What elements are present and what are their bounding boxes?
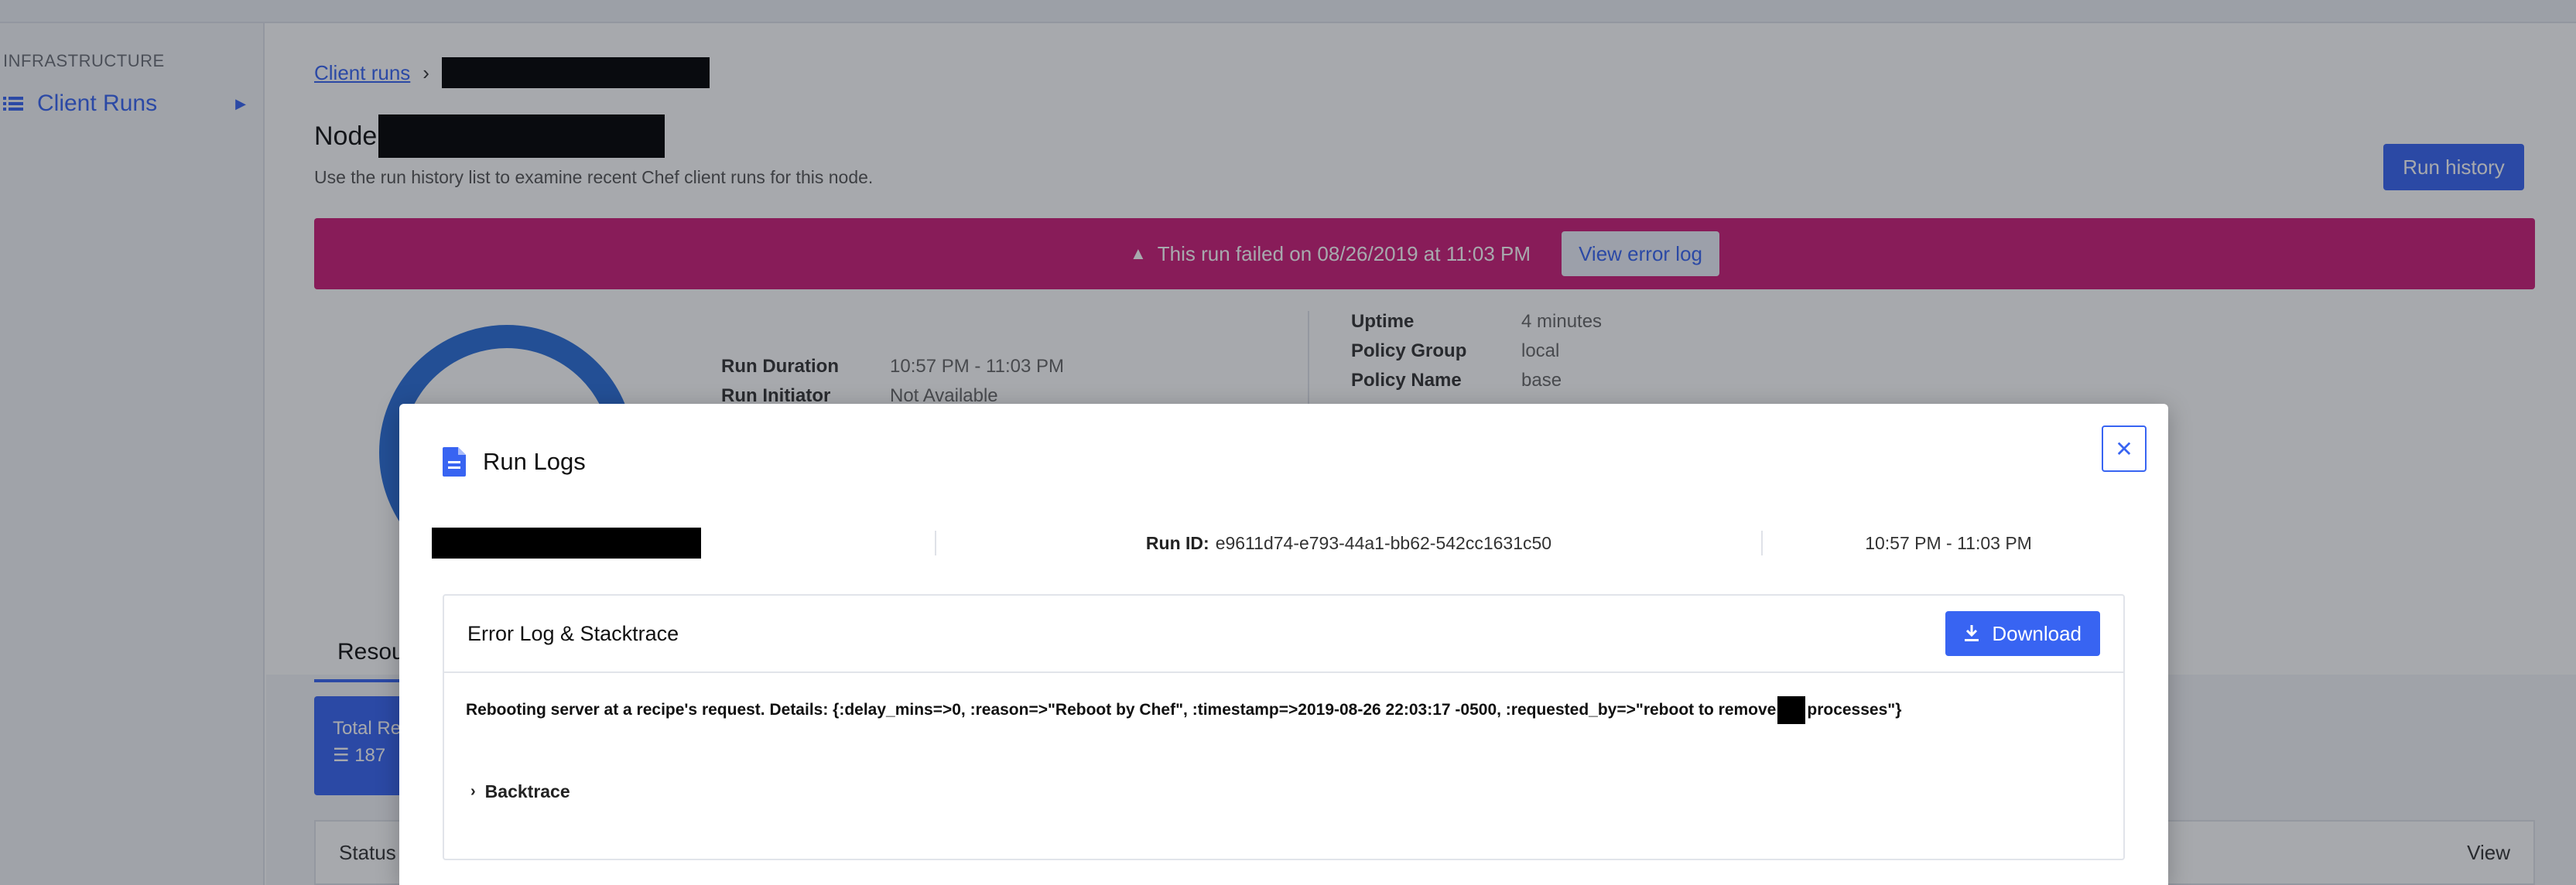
download-button[interactable]: Download bbox=[1945, 611, 2100, 656]
error-panel-header: Error Log & Stacktrace Download bbox=[444, 596, 2123, 673]
meta-time-cell: 10:57 PM - 11:03 PM bbox=[1763, 520, 2134, 566]
run-id-label: Run ID: bbox=[1145, 532, 1209, 553]
modal-header: Run Logs bbox=[443, 447, 586, 477]
error-message-part1: Rebooting server at a recipe's request. … bbox=[466, 701, 1777, 719]
redacted-node-name bbox=[432, 528, 701, 559]
document-icon bbox=[443, 447, 466, 477]
error-message-part2: processes"} bbox=[1807, 701, 1902, 719]
meta-node-cell bbox=[432, 520, 935, 566]
modal-title: Run Logs bbox=[483, 448, 586, 475]
error-log-panel: Error Log & Stacktrace Download Rebootin… bbox=[443, 594, 2125, 860]
redacted-process-name bbox=[1777, 696, 1806, 724]
error-message: Rebooting server at a recipe's request. … bbox=[466, 696, 1901, 724]
run-logs-modal: ✕ Run Logs Run ID: e9611d74-e793-44a1-bb… bbox=[399, 404, 2168, 885]
run-time-range: 10:57 PM - 11:03 PM bbox=[1865, 532, 2032, 553]
download-label: Download bbox=[1992, 621, 2082, 645]
close-icon: ✕ bbox=[2115, 436, 2133, 461]
backtrace-toggle[interactable]: › Backtrace bbox=[470, 781, 570, 802]
backtrace-label: Backtrace bbox=[484, 781, 570, 801]
meta-run-id-cell: Run ID: e9611d74-e793-44a1-bb62-542cc163… bbox=[936, 520, 1761, 566]
chevron-right-icon: › bbox=[470, 783, 476, 800]
run-meta-row: Run ID: e9611d74-e793-44a1-bb62-542cc163… bbox=[432, 520, 2134, 566]
run-id-value: e9611d74-e793-44a1-bb62-542cc1631c50 bbox=[1215, 532, 1552, 553]
download-icon bbox=[1965, 625, 1979, 641]
close-button[interactable]: ✕ bbox=[2102, 425, 2147, 472]
error-panel-title: Error Log & Stacktrace bbox=[467, 621, 679, 645]
